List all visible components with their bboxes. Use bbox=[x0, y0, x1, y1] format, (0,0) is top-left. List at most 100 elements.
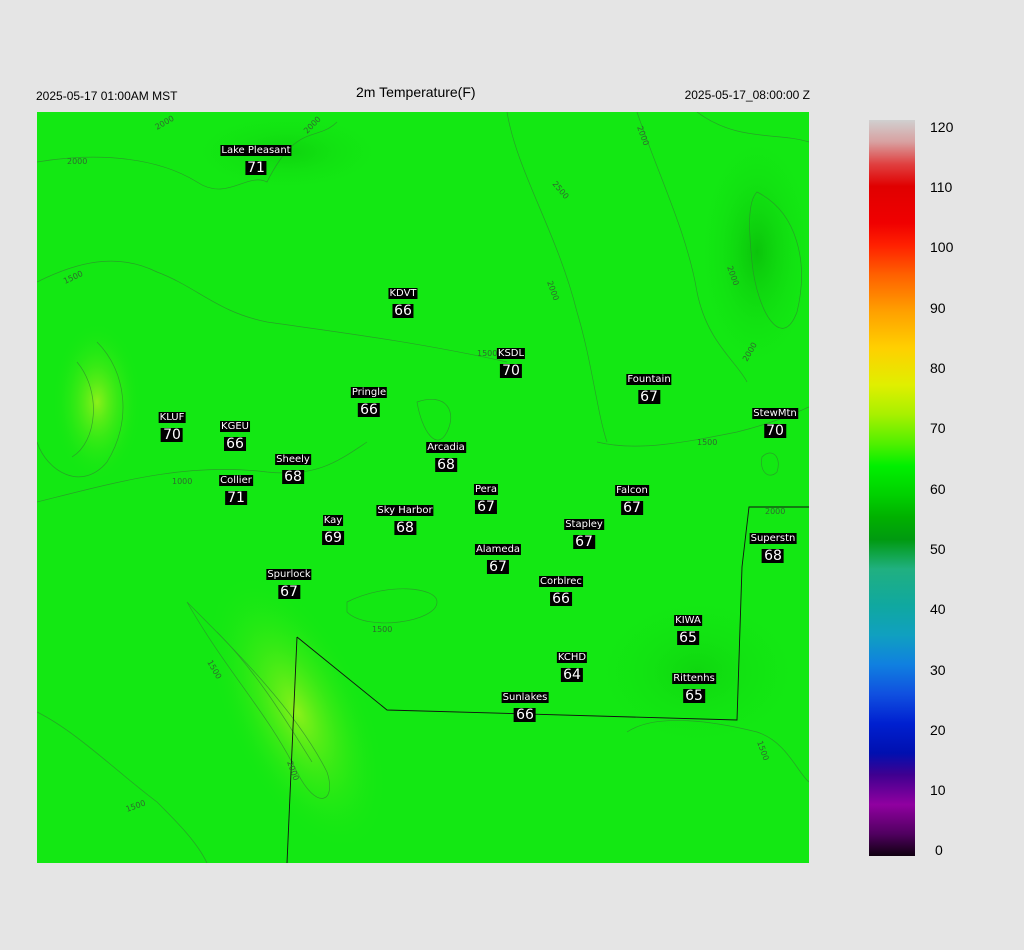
colorbar-tick-70: 70 bbox=[930, 420, 946, 436]
station-rittenhs[interactable]: Rittenhs 65 bbox=[672, 668, 716, 703]
station-name: KCHD bbox=[556, 652, 588, 663]
station-name: KIWA bbox=[674, 615, 702, 626]
station-pera[interactable]: Pera 67 bbox=[473, 479, 499, 515]
colorbar-tick-80: 80 bbox=[930, 360, 946, 376]
station-superstn[interactable]: Superstn 68 bbox=[749, 528, 797, 564]
temperature-map[interactable]: 2000 2000 2000 1500 1500 1000 1500 2000 … bbox=[37, 112, 809, 863]
station-name: Collier bbox=[219, 475, 253, 486]
station-temperature: 68 bbox=[394, 520, 416, 536]
station-temperature: 66 bbox=[550, 591, 572, 607]
colorbar-tick-120: 120 bbox=[930, 119, 954, 135]
valid-time-local: 2025-05-17 01:00AM MST bbox=[36, 89, 178, 103]
svg-text:1500: 1500 bbox=[372, 625, 392, 634]
station-temperature: 70 bbox=[161, 427, 183, 443]
station-sunlakes[interactable]: Sunlakes 66 bbox=[501, 687, 549, 723]
station-temperature: 67 bbox=[573, 534, 595, 550]
station-temperature: 71 bbox=[225, 490, 247, 506]
map-field: 2000 2000 2000 1500 1500 1000 1500 2000 … bbox=[37, 112, 809, 863]
svg-text:1500: 1500 bbox=[125, 798, 147, 813]
station-name: Arcadia bbox=[426, 442, 466, 453]
station-arcadia[interactable]: Arcadia 68 bbox=[426, 437, 466, 472]
svg-text:1500: 1500 bbox=[755, 740, 770, 762]
svg-text:2000: 2000 bbox=[765, 507, 785, 516]
station-temperature: 68 bbox=[435, 457, 457, 473]
map-title: 2m Temperature(F) bbox=[356, 84, 476, 100]
station-name: Pera bbox=[473, 484, 499, 495]
svg-text:1500: 1500 bbox=[62, 269, 84, 286]
station-spurlock[interactable]: Spurlock 67 bbox=[266, 564, 312, 600]
station-temperature: 67 bbox=[487, 559, 509, 575]
svg-text:2000: 2000 bbox=[154, 114, 176, 132]
station-temperature: 65 bbox=[677, 630, 699, 646]
station-temperature: 65 bbox=[683, 688, 705, 704]
station-name: KGEU bbox=[220, 421, 250, 432]
station-temperature: 71 bbox=[245, 160, 267, 176]
station-kay[interactable]: Kay 69 bbox=[322, 510, 344, 545]
svg-text:2000: 2000 bbox=[67, 157, 87, 166]
station-name: Sky Harbor bbox=[376, 505, 434, 516]
station-name: Alameda bbox=[474, 544, 522, 555]
station-temperature: 66 bbox=[224, 436, 246, 452]
station-temperature: 70 bbox=[764, 423, 786, 439]
colorbar-tick-40: 40 bbox=[930, 601, 946, 617]
svg-text:1500: 1500 bbox=[697, 438, 717, 447]
valid-time-utc: 2025-05-17_08:00:00 Z bbox=[684, 88, 810, 102]
station-sky-harbor[interactable]: Sky Harbor 68 bbox=[376, 500, 434, 536]
colorbar-tick-60: 60 bbox=[930, 481, 946, 497]
station-name: Falcon bbox=[615, 485, 649, 496]
station-stewmtn[interactable]: StewMtn 70 bbox=[752, 403, 798, 438]
station-temperature: 70 bbox=[500, 363, 522, 379]
station-temperature: 66 bbox=[392, 303, 414, 319]
station-kdvt[interactable]: KDVT 66 bbox=[388, 283, 418, 319]
station-pringle[interactable]: Pringle 66 bbox=[350, 382, 388, 418]
svg-text:1500: 1500 bbox=[477, 349, 497, 358]
station-temperature: 68 bbox=[762, 548, 784, 564]
station-temperature: 68 bbox=[282, 469, 304, 485]
station-falcon[interactable]: Falcon 67 bbox=[615, 480, 649, 515]
station-fountain[interactable]: Fountain 67 bbox=[626, 369, 672, 405]
station-name: Pringle bbox=[350, 387, 388, 398]
station-kgeu[interactable]: KGEU 66 bbox=[220, 416, 250, 451]
station-name: StewMtn bbox=[752, 408, 798, 419]
temperature-colorbar bbox=[869, 120, 915, 856]
station-kiwa[interactable]: KIWA 65 bbox=[674, 610, 702, 645]
station-lake-pleasant[interactable]: Lake Pleasant 71 bbox=[220, 140, 292, 176]
station-alameda[interactable]: Alameda 67 bbox=[474, 539, 522, 575]
station-name: Spurlock bbox=[266, 569, 312, 580]
station-name: Rittenhs bbox=[672, 673, 716, 684]
station-temperature: 64 bbox=[561, 667, 583, 683]
station-name: KSDL bbox=[496, 348, 526, 359]
station-name: Stapley bbox=[564, 519, 604, 530]
colorbar-tick-110: 110 bbox=[930, 179, 953, 195]
colorbar-tick-50: 50 bbox=[930, 541, 946, 557]
station-collier[interactable]: Collier 71 bbox=[219, 470, 253, 505]
station-name: Corblrec bbox=[539, 576, 583, 587]
station-name: Sheely bbox=[275, 454, 311, 465]
station-kluf[interactable]: KLUF 70 bbox=[158, 407, 186, 443]
svg-text:2000: 2000 bbox=[635, 125, 650, 147]
station-stapley[interactable]: Stapley 67 bbox=[564, 514, 604, 549]
station-name: Lake Pleasant bbox=[220, 145, 292, 156]
station-name: Fountain bbox=[626, 374, 672, 385]
station-temperature: 67 bbox=[621, 500, 643, 516]
station-temperature: 66 bbox=[358, 402, 380, 418]
station-temperature: 66 bbox=[514, 707, 536, 723]
station-ksdl[interactable]: KSDL 70 bbox=[496, 343, 526, 379]
station-name: Superstn bbox=[749, 533, 797, 544]
station-temperature: 67 bbox=[638, 389, 660, 405]
station-name: Kay bbox=[322, 515, 344, 526]
colorbar-gradient bbox=[869, 120, 915, 856]
station-name: KLUF bbox=[158, 412, 186, 423]
svg-text:1000: 1000 bbox=[172, 477, 192, 486]
station-sheely[interactable]: Sheely 68 bbox=[275, 449, 311, 484]
station-temperature: 69 bbox=[322, 530, 344, 546]
station-temperature: 67 bbox=[475, 499, 497, 515]
station-name: Sunlakes bbox=[501, 692, 549, 703]
svg-text:2500: 2500 bbox=[550, 180, 570, 201]
colorbar-tick-90: 90 bbox=[930, 300, 946, 316]
colorbar-tick-30: 30 bbox=[930, 662, 946, 678]
svg-text:2000: 2000 bbox=[545, 280, 560, 302]
station-kchd[interactable]: KCHD 64 bbox=[556, 647, 588, 683]
station-temperature: 67 bbox=[278, 584, 300, 600]
station-corblrec[interactable]: Corblrec 66 bbox=[539, 571, 583, 606]
